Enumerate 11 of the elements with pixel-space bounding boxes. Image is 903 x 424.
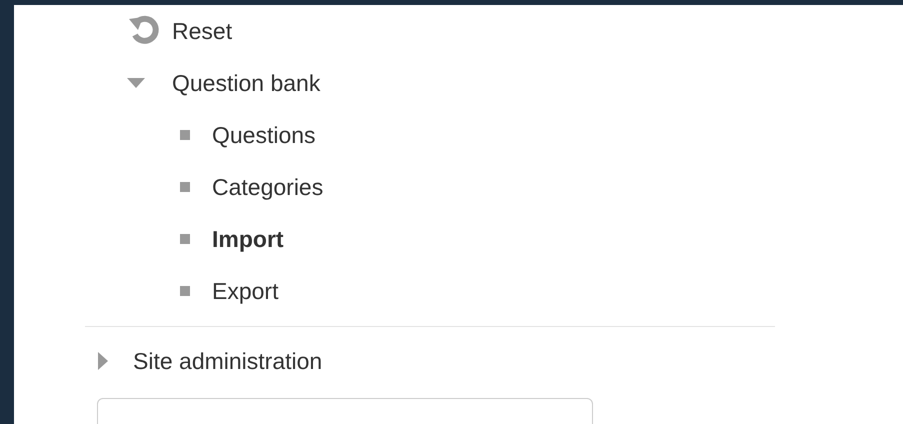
bullet-icon xyxy=(180,234,190,244)
bullet-icon xyxy=(180,286,190,296)
tree-node-label[interactable]: Site administration xyxy=(133,348,322,374)
tree-node-label[interactable]: Question bank xyxy=(172,70,320,96)
bullet-icon xyxy=(180,182,190,192)
bullet-icon xyxy=(180,130,190,140)
nav-link[interactable]: Export xyxy=(212,278,278,304)
nav-link[interactable]: Import xyxy=(212,226,284,252)
reset-link[interactable]: Reset xyxy=(172,18,232,44)
nav-link[interactable]: Categories xyxy=(212,174,324,200)
nav-link[interactable]: Questions xyxy=(212,122,316,148)
